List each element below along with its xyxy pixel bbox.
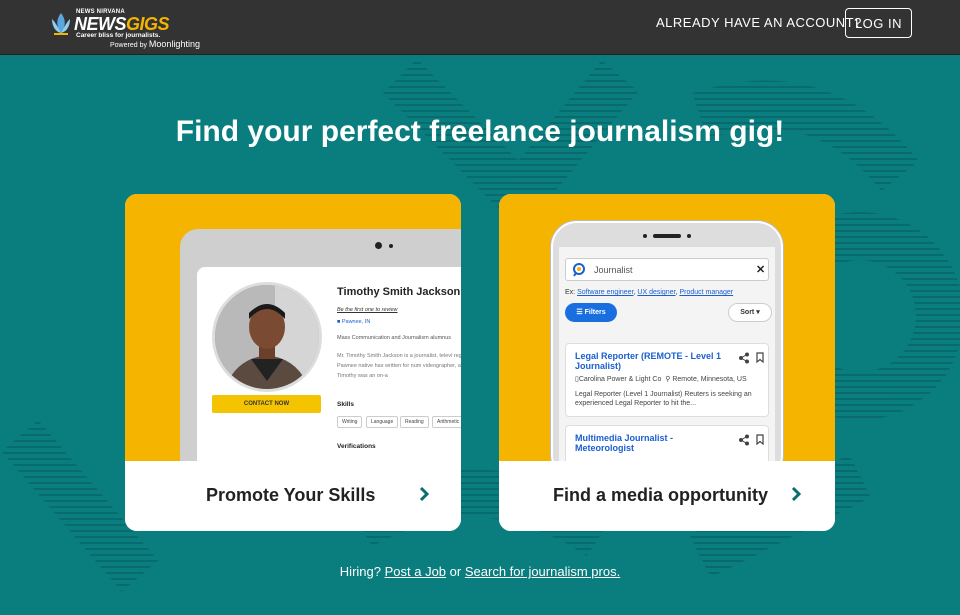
lotus-logo-icon [52, 13, 70, 35]
example-link[interactable]: Product manager [679, 289, 733, 296]
powered-by: Powered by Moonlighting [110, 39, 200, 49]
phone-camera [643, 234, 647, 238]
profile-bio: Mr. Timothy Smith Jackson is a journalis… [337, 353, 461, 379]
profile-major: Mass Communication and Journalism alumnu… [337, 335, 452, 341]
search-icon [573, 263, 585, 277]
person-photo-icon [215, 285, 319, 389]
sort-button[interactable]: Sort ▾ [728, 303, 772, 322]
bookmark-icon[interactable] [756, 434, 764, 445]
hiring-footer: Hiring? Post a Job or Search for journal… [0, 564, 960, 579]
job-company: Carolina Power & Light Co [578, 376, 662, 383]
powered-by-prefix: Powered by [110, 42, 147, 49]
filters-label: Filters [584, 309, 606, 316]
chevron-right-icon[interactable] [417, 485, 431, 503]
powered-by-brand: Moonlighting [148, 39, 200, 49]
search-query: Journalist [594, 265, 633, 275]
profile-location-text: Pawnee, IN [341, 319, 371, 325]
skill-chip: Writing [337, 416, 363, 428]
filter-icon: ☰ [576, 309, 585, 316]
filters-button[interactable]: ☰ Filters [565, 303, 617, 322]
profile-screen: CONTACT NOW Timothy Smith Jackson Be the… [197, 267, 461, 461]
profile-name: Timothy Smith Jackson [337, 286, 461, 298]
tablet-sensor [389, 244, 393, 248]
verifications-heading: Verifications [337, 443, 376, 450]
logo-brand-gigs: GIGS [126, 14, 170, 34]
page-headline: Find your perfect freelance journalism g… [175, 115, 785, 148]
contact-now-button[interactable]: CONTACT NOW [212, 395, 321, 413]
job-title[interactable]: Multimedia Journalist - Meteorologist [575, 433, 725, 453]
clear-search-icon[interactable]: ✕ [756, 263, 765, 276]
phone-speaker [653, 234, 681, 238]
skill-chip: Arithmetic [432, 416, 461, 428]
skills-heading: Skills [337, 401, 354, 408]
caret-down-icon: ▾ [754, 309, 760, 316]
job-location: Remote, Minnesota, US [672, 376, 747, 383]
profile-location: ■ Pawnee, IN [337, 319, 370, 325]
phone-sensor [687, 234, 691, 238]
promote-skills-label[interactable]: Promote Your Skills [206, 485, 375, 506]
example-link[interactable]: Software engineer [577, 289, 633, 296]
find-opportunity-footer[interactable]: Find a media opportunity [499, 461, 835, 531]
review-link[interactable]: Be the first one to review [337, 307, 398, 313]
share-icon[interactable] [738, 352, 750, 364]
logo-brand-news: NEWS [74, 14, 127, 34]
example-link[interactable]: UX designer [637, 289, 675, 296]
job-title[interactable]: Legal Reporter (REMOTE - Level 1 Journal… [575, 351, 725, 371]
search-examples: Ex: Software engineer, UX designer, Prod… [565, 289, 734, 296]
chevron-right-icon[interactable] [789, 485, 803, 503]
phone-mockup: Journalist ✕ Ex: Software engineer, UX d… [551, 221, 783, 461]
newsgigs-logo[interactable]: NEWS NIRVANA NEWSGIGS Career bliss for j… [50, 8, 210, 49]
promote-skills-footer[interactable]: Promote Your Skills [125, 461, 461, 531]
sort-label: Sort [740, 309, 755, 316]
job-search-illustration: Journalist ✕ Ex: Software engineer, UX d… [499, 194, 835, 461]
examples-prefix: Ex: [565, 289, 576, 296]
find-opportunity-card[interactable]: Journalist ✕ Ex: Software engineer, UX d… [499, 194, 835, 531]
bookmark-icon[interactable] [756, 352, 764, 363]
phone-screen: Journalist ✕ Ex: Software engineer, UX d… [559, 247, 775, 461]
job-meta: ▯Carolina Power & Light Co ⚲ Remote, Min… [575, 375, 747, 383]
job-card[interactable]: Legal Reporter (REMOTE - Level 1 Journal… [565, 343, 769, 417]
avatar [212, 282, 322, 392]
promote-skills-card[interactable]: CONTACT NOW Timothy Smith Jackson Be the… [125, 194, 461, 531]
job-card[interactable]: Multimedia Journalist - Meteorologist [565, 425, 769, 461]
or-text: or [449, 564, 462, 579]
logo-tagline: Career bliss for journalists. [76, 32, 161, 39]
share-icon[interactable] [738, 434, 750, 446]
job-search-input[interactable]: Journalist ✕ [565, 258, 769, 281]
top-navigation-bar: NEWS NIRVANA NEWSGIGS Career bliss for j… [0, 0, 960, 55]
job-description: Legal Reporter (Level 1 Journalist) Reut… [575, 391, 752, 407]
skill-chip: Reading [400, 416, 429, 428]
find-opportunity-label[interactable]: Find a media opportunity [553, 485, 768, 506]
account-prompt: ALREADY HAVE AN ACCOUNT? [656, 15, 862, 30]
skill-chip: Language [366, 416, 399, 428]
tablet-camera [375, 242, 382, 249]
post-job-link[interactable]: Post a Job [385, 564, 446, 579]
hiring-prefix: Hiring? [339, 564, 381, 579]
profile-preview-illustration: CONTACT NOW Timothy Smith Jackson Be the… [125, 194, 461, 461]
login-button[interactable]: LOG IN [845, 8, 912, 38]
search-pros-link[interactable]: Search for journalism pros. [465, 564, 620, 579]
